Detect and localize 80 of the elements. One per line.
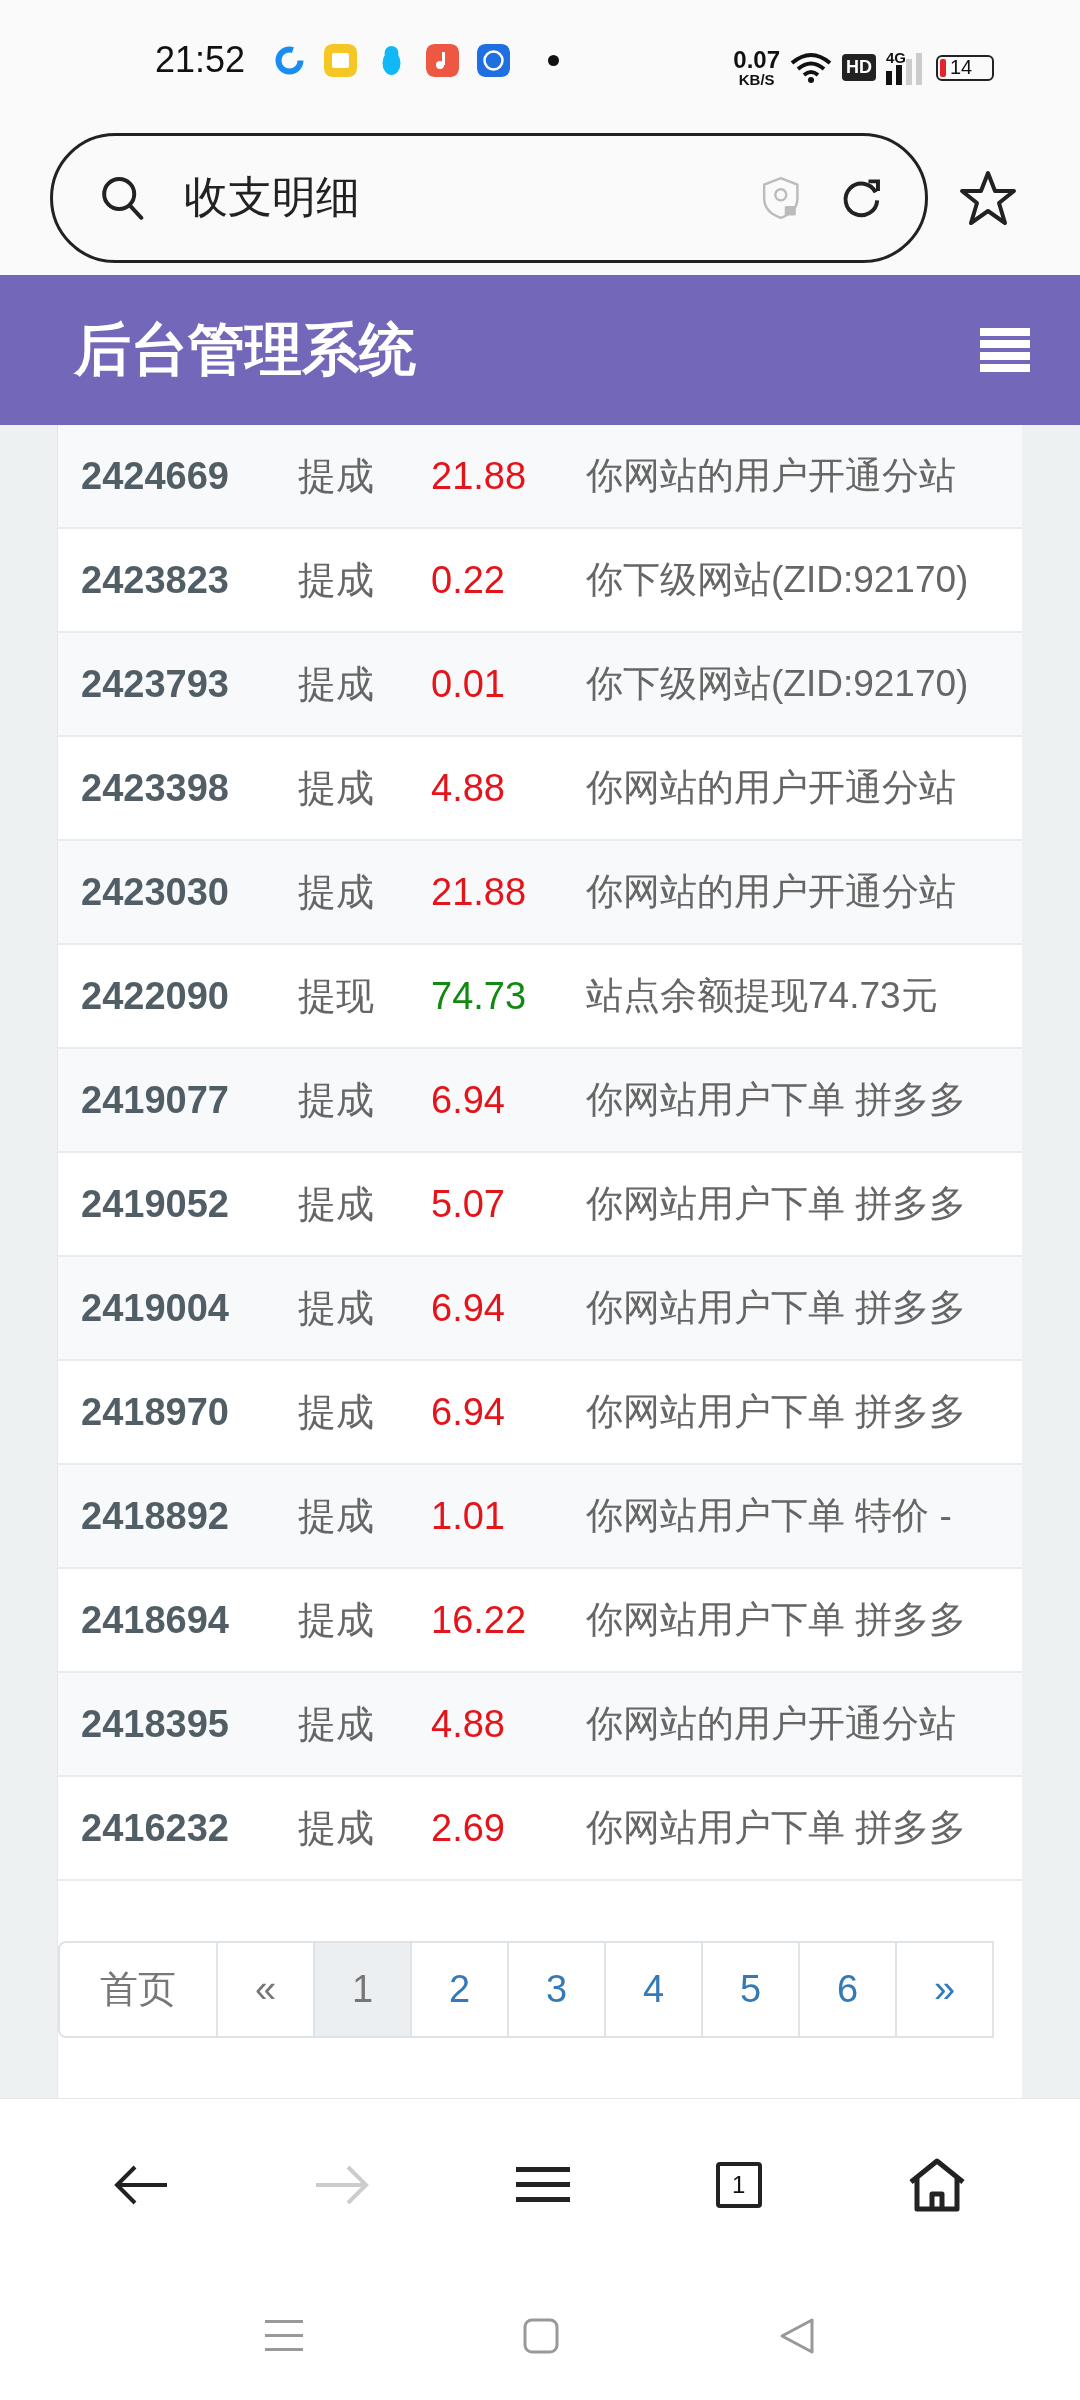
- record-type: 提成: [298, 1285, 375, 1331]
- record-amount: 6.94: [431, 1286, 506, 1330]
- record-amount: 2.69: [431, 1806, 506, 1850]
- record-type: 提成: [298, 765, 375, 811]
- record-amount: 0.01: [431, 662, 506, 706]
- record-type: 提成: [298, 453, 375, 499]
- record-id: 2423398: [81, 766, 230, 810]
- record-id: 2419077: [81, 1078, 230, 1122]
- record-id: 2423823: [81, 558, 230, 602]
- record-amount: 4.88: [431, 1702, 506, 1746]
- recents-icon[interactable]: [265, 2318, 303, 2354]
- record-id: 2418892: [81, 1494, 230, 1538]
- record-description: 你网站的用户开通分站: [586, 870, 956, 914]
- record-type: 提成: [298, 1805, 375, 1851]
- record-description: 你网站用户下单 拼多多: [586, 1390, 967, 1434]
- page-link[interactable]: 3: [507, 1941, 606, 2038]
- record-description: 你网站的用户开通分站: [586, 454, 956, 498]
- record-id: 2418694: [81, 1598, 230, 1642]
- notification-dot: [548, 54, 560, 66]
- record-description: 你下级网站(ZID:92170): [586, 558, 969, 602]
- tabs-button[interactable]: 1: [715, 2162, 762, 2208]
- record-id: 2419004: [81, 1286, 230, 1330]
- record-amount: 1.01: [431, 1494, 506, 1538]
- record-id: 2416232: [81, 1806, 230, 1850]
- record-amount: 21.88: [431, 454, 528, 498]
- wifi-icon: [790, 51, 832, 84]
- record-amount: 5.07: [431, 1182, 506, 1226]
- back-icon[interactable]: [112, 2163, 169, 2207]
- record-description: 你网站用户下单 拼多多: [586, 1286, 967, 1330]
- record-id: 2422090: [81, 974, 230, 1018]
- page-link[interactable]: 5: [701, 1941, 800, 2038]
- record-type: 提现: [298, 973, 375, 1019]
- record-description: 你网站用户下单 拼多多: [586, 1598, 967, 1642]
- record-id: 2423793: [81, 662, 230, 706]
- record-description: 站点余额提现74.73元: [586, 974, 938, 1018]
- record-amount: 16.22: [431, 1598, 528, 1642]
- record-id: 2423030: [81, 870, 230, 914]
- record-description: 你网站的用户开通分站: [586, 1702, 956, 1746]
- record-description: 你网站用户下单 拼多多: [586, 1806, 967, 1850]
- record-type: 提成: [298, 1493, 375, 1539]
- page-link[interactable]: 1: [313, 1941, 412, 2038]
- battery-level-icon: [940, 58, 946, 77]
- menu-icon[interactable]: [516, 2165, 570, 2205]
- page-link[interactable]: 2: [410, 1941, 509, 2038]
- record-description: 你下级网站(ZID:92170): [586, 662, 969, 706]
- record-amount: 6.94: [431, 1078, 506, 1122]
- record-description: 你网站的用户开通分站: [586, 766, 956, 810]
- record-type: 提成: [298, 557, 375, 603]
- speed-unit: KB/S: [738, 72, 775, 87]
- record-id: 2418970: [81, 1390, 230, 1434]
- record-type: 提成: [298, 1701, 375, 1747]
- record-type: 提成: [298, 1389, 375, 1435]
- record-amount: 6.94: [431, 1390, 506, 1434]
- address-field[interactable]: 收支明细: [50, 132, 928, 263]
- record-amount: 21.88: [431, 870, 528, 914]
- network-speed: 0.07: [733, 48, 780, 72]
- site-title: 后台管理系统: [74, 315, 416, 383]
- record-id: 2419052: [81, 1182, 230, 1226]
- record-description: 你网站用户下单 拼多多: [586, 1078, 967, 1122]
- record-description: 你网站用户下单 特价 -: [586, 1494, 952, 1538]
- page-link[interactable]: »: [895, 1941, 994, 2038]
- record-type: 提成: [298, 1077, 375, 1123]
- record-id: 2418395: [81, 1702, 230, 1746]
- record-type: 提成: [298, 1597, 375, 1643]
- page-link[interactable]: 4: [604, 1941, 703, 2038]
- page-link[interactable]: 6: [798, 1941, 897, 2038]
- battery-percent: 14: [950, 56, 973, 79]
- record-amount: 0.22: [431, 558, 506, 602]
- star-icon[interactable]: [958, 168, 1018, 227]
- record-type: 提成: [298, 661, 375, 707]
- record-description: 你网站用户下单 拼多多: [586, 1182, 967, 1226]
- record-type: 提成: [298, 869, 375, 915]
- clock-time: 21:52: [155, 39, 246, 81]
- network-type: 4G: [886, 48, 906, 66]
- record-amount: 4.88: [431, 766, 506, 810]
- record-type: 提成: [298, 1181, 375, 1227]
- address-input[interactable]: 收支明细: [181, 171, 761, 224]
- record-amount: 74.73: [431, 974, 528, 1018]
- hd-badge: HD: [842, 54, 876, 81]
- record-id: 2424669: [81, 454, 230, 498]
